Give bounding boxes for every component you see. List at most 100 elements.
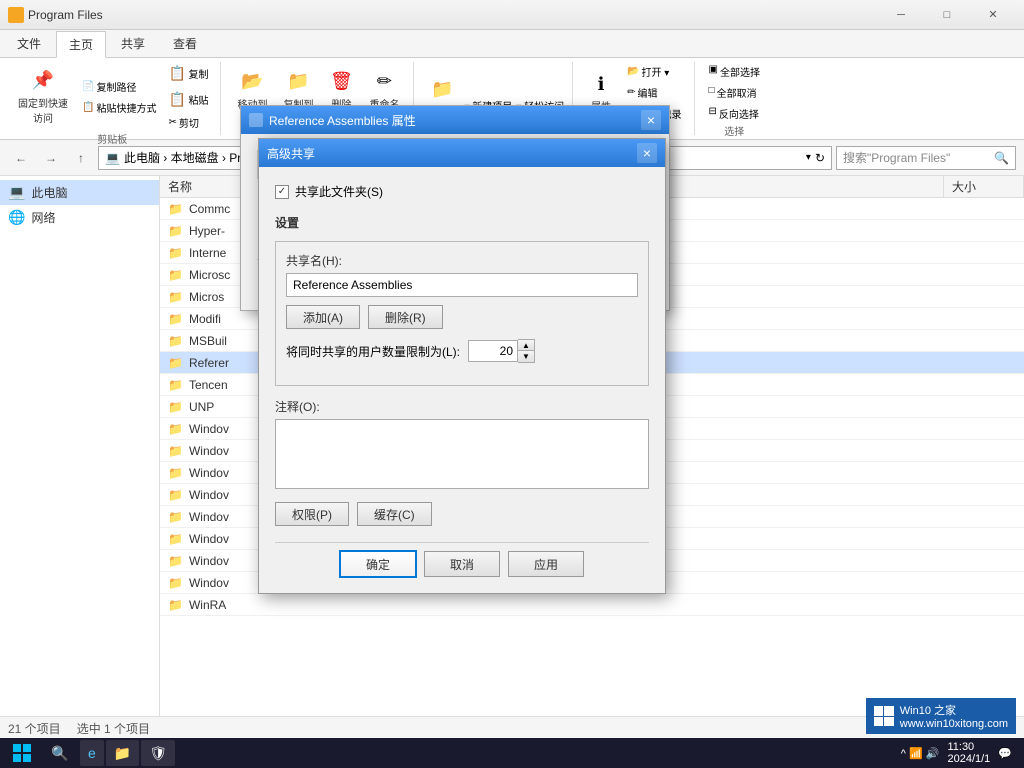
select-all-button[interactable]: ▣ 全部选择 xyxy=(705,62,764,81)
share-checkbox[interactable] xyxy=(275,185,289,199)
title-bar-left: Program Files xyxy=(8,7,103,23)
ribbon-tab-file[interactable]: 文件 xyxy=(4,30,54,57)
size-column-header[interactable]: 大小 xyxy=(944,176,1024,197)
back-button[interactable]: ← xyxy=(8,145,34,171)
adv-bottom-buttons: 确定 取消 应用 xyxy=(275,542,649,577)
folder-icon-windov8: 📁 xyxy=(168,576,183,590)
props-close-button[interactable]: × xyxy=(641,110,661,130)
pin-icon: 📌 xyxy=(31,69,55,93)
invert-select-button[interactable]: ⊟ 反向选择 xyxy=(705,104,763,123)
ribbon-tab-view[interactable]: 查看 xyxy=(160,30,210,57)
ribbon-group-clipboard: 📌 固定到快速访问 📄 复制路径 📋 粘贴快捷方式 📋 复制 xyxy=(4,62,221,135)
up-button[interactable]: ↑ xyxy=(68,145,94,171)
forward-button[interactable]: → xyxy=(38,145,64,171)
sidebar-item-thispc-label: 此电脑 xyxy=(31,184,67,201)
select-none-button[interactable]: □ 全部取消 xyxy=(705,83,761,102)
item-count: 21 个项目 xyxy=(8,720,61,737)
search-box[interactable]: 搜索"Program Files" 🔍 xyxy=(836,146,1016,170)
ribbon-tab-share[interactable]: 共享 xyxy=(108,30,158,57)
delete-icon: 🗑 xyxy=(329,70,353,94)
folder-icon-windov3: 📁 xyxy=(168,466,183,480)
clipboard-buttons: 📌 固定到快速访问 📄 复制路径 📋 粘贴快捷方式 📋 复制 xyxy=(12,62,212,131)
watermark-text: Win10 之家 www.win10xitong.com xyxy=(900,702,1008,730)
props-title-text: Reference Assemblies 属性 xyxy=(269,112,416,129)
spin-up-button[interactable]: ▲ xyxy=(518,340,534,351)
spin-down-button[interactable]: ▼ xyxy=(518,351,534,362)
share-name-input[interactable] xyxy=(286,273,638,297)
perm-cache-row: 权限(P) 缓存(C) xyxy=(275,502,649,526)
folder-icon-msbuild: 📁 xyxy=(168,334,183,348)
adv-close-button[interactable]: × xyxy=(637,143,657,163)
edit-button[interactable]: ✏ 编辑 xyxy=(623,83,685,102)
folder-icon-winra: 📁 xyxy=(168,598,183,612)
copy-path-icon: 📄 xyxy=(82,81,94,92)
new-icon: 📁 xyxy=(430,77,454,101)
ribbon-group-select: ▣ 全部选择 □ 全部取消 ⊟ 反向选择 选择 xyxy=(697,62,772,135)
maximize-button[interactable]: □ xyxy=(924,0,970,30)
adv-ok-button[interactable]: 确定 xyxy=(340,551,416,577)
list-item[interactable]: 📁 WinRA xyxy=(160,594,1024,616)
folder-icon-windov4: 📁 xyxy=(168,488,183,502)
selected-count: 选中 1 个项目 xyxy=(77,720,150,737)
security-taskbar-app[interactable]: 🛡 xyxy=(141,740,175,766)
share-checkbox-row: 共享此文件夹(S) xyxy=(275,183,649,200)
start-button[interactable] xyxy=(4,740,40,766)
sidebar-item-network[interactable]: 🌐 网络 xyxy=(0,205,159,230)
windows-logo-icon xyxy=(13,744,31,762)
paste-icon: 📋 xyxy=(168,90,186,108)
ribbon-tab-home[interactable]: 主页 xyxy=(56,31,106,58)
adv-body: 共享此文件夹(S) 设置 共享名(H): 添加(A) 删除(R) 将同时共享的用… xyxy=(259,167,665,593)
paste-shortcut-button[interactable]: 📋 粘贴快捷方式 xyxy=(78,98,160,117)
copy-label: 复制 xyxy=(188,66,208,81)
pin-label: 固定到快速访问 xyxy=(18,95,68,125)
share-name-label: 共享名(H): xyxy=(286,252,638,269)
refresh-button[interactable]: ↻ xyxy=(815,151,825,165)
add-button[interactable]: 添加(A) xyxy=(286,305,360,329)
comment-textarea[interactable] xyxy=(275,419,649,489)
copy-path-button[interactable]: 📄 复制路径 xyxy=(78,77,160,96)
watermark-line2: www.win10xitong.com xyxy=(900,718,1008,730)
open-button[interactable]: 📂 打开 ▾ xyxy=(623,62,685,81)
edge-taskbar-app[interactable]: e xyxy=(80,740,104,766)
notification-icon: 💬 xyxy=(998,747,1012,760)
address-dropdown-button[interactable]: ▾ xyxy=(806,152,811,163)
paste-button[interactable]: 📋 粘贴 xyxy=(164,88,212,110)
explorer-window: Program Files ─ □ ✕ 文件 主页 共享 查看 📌 固定到快速访… xyxy=(0,0,1024,768)
properties-icon: ℹ xyxy=(589,72,613,96)
close-button[interactable]: ✕ xyxy=(970,0,1016,30)
sidebar-item-network-label: 网络 xyxy=(31,209,55,226)
move-icon: 📂 xyxy=(240,70,264,94)
sidebar-item-thispc[interactable]: 💻 此电脑 xyxy=(0,180,159,205)
remove-button[interactable]: 删除(R) xyxy=(368,305,443,329)
adv-title-bar: 高级共享 × xyxy=(259,139,665,167)
cache-button[interactable]: 缓存(C) xyxy=(357,502,432,526)
share-checkbox-label: 共享此文件夹(S) xyxy=(295,183,383,200)
taskbar-time: 11:302024/1/1 xyxy=(947,741,990,765)
taskbar-icons: ^ 📶 🔊 xyxy=(901,747,940,760)
folder-icon-micros: 📁 xyxy=(168,290,183,304)
select-none-icon: □ xyxy=(709,85,715,100)
select-all-icon: ▣ xyxy=(709,64,718,79)
folder-icon-hyper: 📁 xyxy=(168,224,183,238)
adv-apply-button[interactable]: 应用 xyxy=(508,551,584,577)
pin-button[interactable]: 📌 固定到快速访问 xyxy=(12,65,74,129)
watermark-line1: Win10 之家 xyxy=(900,702,1008,718)
limit-spinbox[interactable]: ▲ ▼ xyxy=(468,339,535,363)
props-title-bar: Reference Assemblies 属性 × xyxy=(241,106,669,134)
settings-section-label: 设置 xyxy=(275,214,649,231)
minimize-button[interactable]: ─ xyxy=(878,0,924,30)
copy-icon: 📋 xyxy=(168,64,186,82)
adv-cancel-button[interactable]: 取消 xyxy=(424,551,500,577)
limit-input[interactable] xyxy=(468,340,518,362)
permissions-button[interactable]: 权限(P) xyxy=(275,502,349,526)
advanced-sharing-dialog: 高级共享 × 共享此文件夹(S) 设置 共享名(H): 添加(A) 删除(R) … xyxy=(258,138,666,594)
search-placeholder: 搜索"Program Files" xyxy=(843,149,950,166)
select-label: 选择 xyxy=(705,123,764,140)
cut-button[interactable]: ✂ 剪切 xyxy=(164,114,212,131)
copy-button[interactable]: 📋 复制 xyxy=(164,62,212,84)
folder-icon-unp: 📁 xyxy=(168,400,183,414)
win-logo-icon xyxy=(874,706,894,726)
sidebar: 💻 此电脑 🌐 网络 xyxy=(0,176,160,716)
explorer-taskbar-app[interactable]: 📁 xyxy=(106,740,139,766)
search-taskbar-button[interactable]: 🔍 xyxy=(42,740,78,766)
